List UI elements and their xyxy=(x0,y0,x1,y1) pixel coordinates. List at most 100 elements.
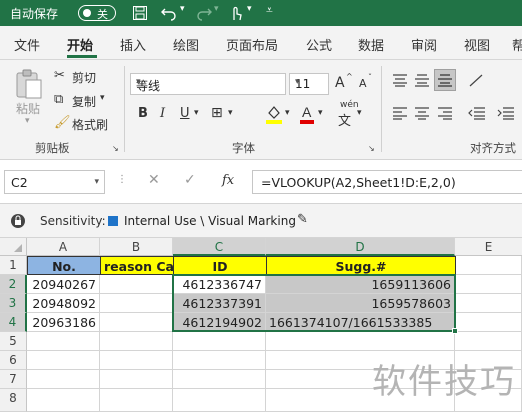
cell-a5[interactable] xyxy=(27,332,100,351)
cell-d1[interactable]: Sugg.# xyxy=(266,256,456,275)
font-launcher-icon[interactable]: ↘ xyxy=(368,144,375,153)
format-painter-label[interactable]: 格式刷 xyxy=(72,116,108,133)
row-header[interactable]: 1 xyxy=(0,256,27,275)
cell-b3[interactable] xyxy=(100,294,173,313)
align-top-icon[interactable] xyxy=(392,73,408,87)
borders-icon[interactable]: ⊞ xyxy=(211,105,223,121)
tab-home[interactable]: 开始 xyxy=(67,35,93,54)
cell-e3[interactable] xyxy=(455,294,522,313)
touch-dropdown-icon[interactable]: ▾ xyxy=(247,4,252,14)
font-color-icon[interactable]: A xyxy=(299,103,315,125)
tab-help[interactable]: 帮 xyxy=(512,35,522,54)
tab-insert[interactable]: 插入 xyxy=(120,35,146,54)
row-header[interactable]: 2 xyxy=(0,275,27,294)
cell-a7[interactable] xyxy=(27,370,100,389)
underline-button[interactable]: U xyxy=(180,106,190,121)
cell-b5[interactable] xyxy=(100,332,173,351)
phonetic-dropdown-icon[interactable]: ▾ xyxy=(357,108,362,118)
edit-pencil-icon[interactable]: ✎ xyxy=(297,212,308,227)
align-center-icon[interactable] xyxy=(414,106,430,120)
row-header[interactable]: 6 xyxy=(0,351,27,370)
cell-e5[interactable] xyxy=(455,332,522,351)
tab-draw[interactable]: 绘图 xyxy=(173,35,199,54)
cell-c5[interactable] xyxy=(173,332,266,351)
align-left-icon[interactable] xyxy=(392,106,408,120)
font-name-select[interactable]: 等线 ▾ xyxy=(130,73,286,95)
tab-view[interactable]: 视图 xyxy=(464,35,490,54)
borders-dropdown-icon[interactable]: ▾ xyxy=(228,108,233,118)
cell-a6[interactable] xyxy=(27,351,100,370)
font-size-select[interactable]: 11 ▾ xyxy=(289,73,329,95)
paste-label[interactable]: 粘贴 xyxy=(16,100,40,117)
cell-a8[interactable] xyxy=(27,389,100,412)
cell-e4[interactable] xyxy=(455,313,522,332)
underline-dropdown-icon[interactable]: ▾ xyxy=(194,108,199,118)
enter-icon[interactable]: ✓ xyxy=(184,172,196,188)
column-header-d[interactable]: D xyxy=(266,238,455,256)
touch-mode-icon[interactable] xyxy=(228,4,244,22)
tab-page-layout[interactable]: 页面布局 xyxy=(226,35,278,54)
column-header-b[interactable]: B xyxy=(100,238,173,256)
column-header-e[interactable]: E xyxy=(455,238,522,256)
fill-color-dropdown-icon[interactable]: ▾ xyxy=(285,108,290,118)
cell-c1[interactable]: ID xyxy=(173,256,267,275)
formula-input[interactable]: =VLOOKUP(A2,Sheet1!D:E,2,0) xyxy=(252,170,522,194)
cell-a3[interactable]: 20948092 xyxy=(27,294,100,313)
grow-font-button[interactable]: A xyxy=(335,75,345,91)
row-header[interactable]: 3 xyxy=(0,294,27,313)
clipboard-launcher-icon[interactable]: ↘ xyxy=(112,144,119,153)
cell-c4[interactable]: 4612194902 xyxy=(173,313,266,332)
redo-icon[interactable] xyxy=(195,5,213,21)
cell-b1[interactable]: reason Ca xyxy=(100,256,174,275)
cell-d2[interactable]: 1659113606 xyxy=(266,275,455,294)
shrink-font-button[interactable]: A xyxy=(359,77,367,90)
cell-d4[interactable]: 1661374107/1661533385 xyxy=(266,313,455,332)
bold-button[interactable]: B xyxy=(138,106,148,121)
cancel-icon[interactable]: ✕ xyxy=(148,172,160,188)
cell-d5[interactable] xyxy=(266,332,455,351)
row-header[interactable]: 5 xyxy=(0,332,27,351)
insert-function-icon[interactable]: fx xyxy=(222,173,234,188)
undo-icon[interactable] xyxy=(160,5,178,21)
align-bottom-button[interactable] xyxy=(434,69,456,91)
orientation-icon[interactable] xyxy=(468,73,486,87)
column-header-c[interactable]: C xyxy=(173,238,266,256)
increase-indent-icon[interactable] xyxy=(497,106,515,120)
cut-label[interactable]: 剪切 xyxy=(72,69,96,86)
cell-c7[interactable] xyxy=(173,370,266,389)
align-middle-icon[interactable] xyxy=(414,73,430,87)
phonetic-guide-icon[interactable]: 文 xyxy=(338,110,351,129)
cell-e2[interactable] xyxy=(455,275,522,294)
decrease-indent-icon[interactable] xyxy=(468,106,486,120)
cell-b4[interactable] xyxy=(100,313,173,332)
sensitivity-value[interactable]: Internal Use \ Visual Marking xyxy=(124,214,296,228)
format-painter-icon[interactable]: 🖌 xyxy=(54,115,71,130)
cell-a1[interactable]: No. xyxy=(27,256,101,275)
column-header-a[interactable]: A xyxy=(27,238,100,256)
copy-icon[interactable]: ⧉ xyxy=(54,92,63,107)
cell-b6[interactable] xyxy=(100,351,173,370)
cell-c8[interactable] xyxy=(173,389,266,412)
cell-b7[interactable] xyxy=(100,370,173,389)
cell-c3[interactable]: 4612337391 xyxy=(173,294,266,313)
tab-file[interactable]: 文件 xyxy=(14,35,40,54)
paste-dropdown-icon[interactable]: ▾ xyxy=(25,116,30,126)
cut-icon[interactable]: ✂ xyxy=(54,68,65,83)
name-box[interactable]: C2 ▾ xyxy=(4,170,105,194)
cell-b8[interactable] xyxy=(100,389,173,412)
cell-e1[interactable] xyxy=(455,256,522,275)
tab-formulas[interactable]: 公式 xyxy=(306,35,332,54)
cell-b2[interactable] xyxy=(100,275,173,294)
cell-c2[interactable]: 4612336747 xyxy=(173,275,266,294)
cell-a4[interactable]: 20963186 xyxy=(27,313,100,332)
align-right-icon[interactable] xyxy=(437,106,453,120)
select-all-corner[interactable] xyxy=(0,238,27,256)
cell-c6[interactable] xyxy=(173,351,266,370)
fill-handle[interactable] xyxy=(452,328,458,334)
copy-dropdown-icon[interactable]: ▾ xyxy=(100,93,105,103)
customize-toolbar-icon[interactable]: ⩡ xyxy=(266,3,273,18)
save-icon[interactable] xyxy=(132,5,148,21)
italic-button[interactable]: I xyxy=(160,106,165,121)
font-color-dropdown-icon[interactable]: ▾ xyxy=(318,108,323,118)
autosave-toggle[interactable]: 关 xyxy=(78,5,116,21)
